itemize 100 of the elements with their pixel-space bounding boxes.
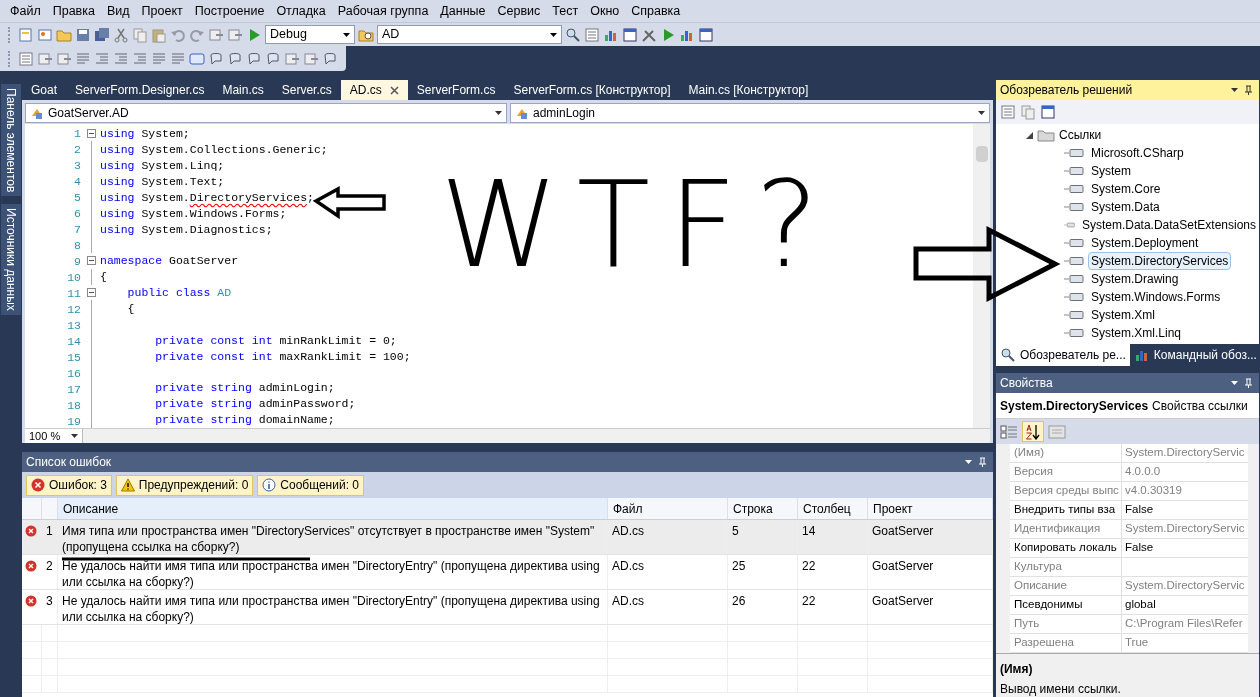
pin-icon[interactable] <box>1231 378 1255 388</box>
navigate-icon[interactable] <box>56 50 72 67</box>
sort-alphabetical-button[interactable] <box>1022 421 1044 442</box>
side-tab[interactable]: Панель элементов <box>1 84 21 197</box>
document-tab[interactable]: ServerForm.cs <box>407 80 505 100</box>
search-icon[interactable] <box>565 26 581 43</box>
window-icon[interactable] <box>622 26 638 43</box>
menu-item[interactable]: Данные <box>434 0 492 23</box>
property-value[interactable]: False <box>1122 501 1248 520</box>
filter-button[interactable]: Ошибок: 3 <box>26 474 112 496</box>
navigate-icon[interactable] <box>208 26 224 43</box>
navigate-icon[interactable] <box>284 50 300 67</box>
document-tab[interactable]: ServerForm.cs [Конструктор] <box>504 80 680 100</box>
navigation-dropdown[interactable]: adminLogin <box>510 103 990 123</box>
document-tab[interactable]: AD.cs <box>340 80 408 100</box>
expander-icon[interactable] <box>1026 131 1033 139</box>
collapse-icon[interactable] <box>86 129 96 139</box>
navigate-icon[interactable] <box>227 26 243 43</box>
indent-icon[interactable] <box>94 50 110 67</box>
copy-icon[interactable] <box>132 26 148 43</box>
document-tab[interactable]: Main.cs <box>213 80 273 100</box>
tree-item[interactable]: System.Xml.Linq <box>1088 324 1185 342</box>
column-header[interactable]: Описание <box>58 498 608 519</box>
cut-icon[interactable] <box>113 26 129 43</box>
side-tab[interactable]: Источники данных <box>1 204 21 316</box>
properties-icon[interactable] <box>1000 104 1016 120</box>
tree-item[interactable]: System <box>1088 162 1134 180</box>
pin-icon[interactable] <box>1231 85 1255 95</box>
column-header[interactable]: Строка <box>728 498 798 519</box>
menu-item[interactable]: Отладка <box>270 0 332 23</box>
tree-item[interactable]: System.Core <box>1088 180 1164 198</box>
categorized-icon[interactable] <box>1000 423 1018 440</box>
save-icon[interactable] <box>75 26 91 43</box>
menu-item[interactable]: Правка <box>46 0 101 23</box>
indent-icon[interactable] <box>113 50 129 67</box>
properties-icon[interactable] <box>18 50 34 67</box>
menu-item[interactable]: Вид <box>100 0 136 23</box>
scrollbar[interactable] <box>973 124 990 428</box>
window-icon[interactable] <box>1040 104 1056 120</box>
property-pages-icon[interactable] <box>1048 423 1066 440</box>
rectangle-icon[interactable] <box>189 50 205 67</box>
document-tab[interactable]: ServerForm.Designer.cs <box>66 80 214 100</box>
tree-item[interactable]: Ссылки <box>1059 126 1102 144</box>
navigate-icon[interactable] <box>37 50 53 67</box>
navigation-dropdown[interactable]: GoatServer.AD <box>25 103 507 123</box>
document-tab[interactable]: Goat <box>22 80 66 100</box>
window-icon[interactable] <box>698 26 714 43</box>
tree-item[interactable]: Microsoft.CSharp <box>1088 144 1187 162</box>
comment-icon[interactable] <box>170 50 186 67</box>
menu-item[interactable]: Рабочая группа <box>331 0 435 23</box>
filter-button[interactable]: Предупреждений: 0 <box>115 474 254 496</box>
property-value[interactable]: System.DirectoryServic <box>1122 577 1248 596</box>
menu-item[interactable]: Тест <box>546 0 585 23</box>
tree-item[interactable]: System.Xml <box>1088 306 1158 324</box>
close-icon[interactable] <box>389 85 399 95</box>
collapse-icon[interactable] <box>86 287 96 297</box>
indent-icon[interactable] <box>132 50 148 67</box>
add-item-icon[interactable] <box>37 26 53 43</box>
menu-item[interactable]: Построение <box>188 0 271 23</box>
menu-item[interactable]: Окно <box>584 0 626 23</box>
column-header[interactable]: Файл <box>608 498 728 519</box>
property-value[interactable]: System.DirectoryServic <box>1122 444 1248 463</box>
navigate-icon[interactable] <box>303 50 319 67</box>
error-row[interactable]: 2 Не удалось найти имя типа или пространства имен "DirectoryEntry" (пропущена директива using или ссылка на сборку?) AD.cs 25 22 GoatServer <box>22 555 993 590</box>
menu-item[interactable]: Сервис <box>491 0 547 23</box>
dropdown[interactable]: Debug <box>265 25 355 44</box>
save-all-icon[interactable] <box>94 26 110 43</box>
tree-item[interactable]: System.DirectoryServices <box>1088 252 1232 270</box>
property-value[interactable]: C:\Program Files\Refer <box>1122 615 1248 634</box>
bookmark-icon[interactable] <box>208 50 224 67</box>
column-header[interactable]: Столбец <box>798 498 868 519</box>
property-value[interactable]: True <box>1122 634 1248 653</box>
column-header[interactable]: Проект <box>868 498 993 519</box>
menu-item[interactable]: Справка <box>625 0 687 23</box>
error-row[interactable]: 3 Не удалось найти имя типа или пространства имен "DirectoryEntry" (пропущена директива using или ссылка на сборку?) AD.cs 26 22 GoatServer <box>22 590 993 625</box>
document-tab[interactable]: Main.cs [Конструктор] <box>679 80 818 100</box>
dropdown[interactable]: AD <box>377 25 562 44</box>
menu-item[interactable]: Файл <box>4 0 47 23</box>
bookmark-icon[interactable] <box>265 50 281 67</box>
property-value[interactable]: False <box>1122 539 1248 558</box>
comment-icon[interactable] <box>151 50 167 67</box>
property-value[interactable]: v4.0.30319 <box>1122 482 1248 501</box>
error-row[interactable]: 1 Имя типа или пространства имен "DirectoryServices" отсутствует в пространстве имен "System" (пропущена ссылка на сборку?) AD.cs 5 14 GoatServer <box>22 520 993 555</box>
new-project-icon[interactable] <box>18 26 34 43</box>
property-value[interactable]: 4.0.0.0 <box>1122 463 1248 482</box>
bookmark-icon[interactable] <box>246 50 262 67</box>
properties-icon[interactable] <box>584 26 600 43</box>
filter-button[interactable]: Сообщений: 0 <box>257 474 364 496</box>
pin-icon[interactable] <box>965 457 989 467</box>
bookmark-icon[interactable] <box>322 50 338 67</box>
collapse-icon[interactable] <box>86 256 96 266</box>
comment-icon[interactable] <box>75 50 91 67</box>
document-tab[interactable]: Server.cs <box>272 80 341 100</box>
property-value[interactable]: global <box>1122 596 1248 615</box>
panel-tab[interactable]: Командный обоз... <box>1129 344 1260 366</box>
zoom-dropdown[interactable]: 100 % <box>25 429 83 443</box>
tree-item[interactable]: System.Data <box>1088 198 1163 216</box>
property-value[interactable]: System.DirectoryServic <box>1122 520 1248 539</box>
paste-icon[interactable] <box>151 26 167 43</box>
tree-item[interactable]: System.Drawing <box>1088 270 1182 288</box>
